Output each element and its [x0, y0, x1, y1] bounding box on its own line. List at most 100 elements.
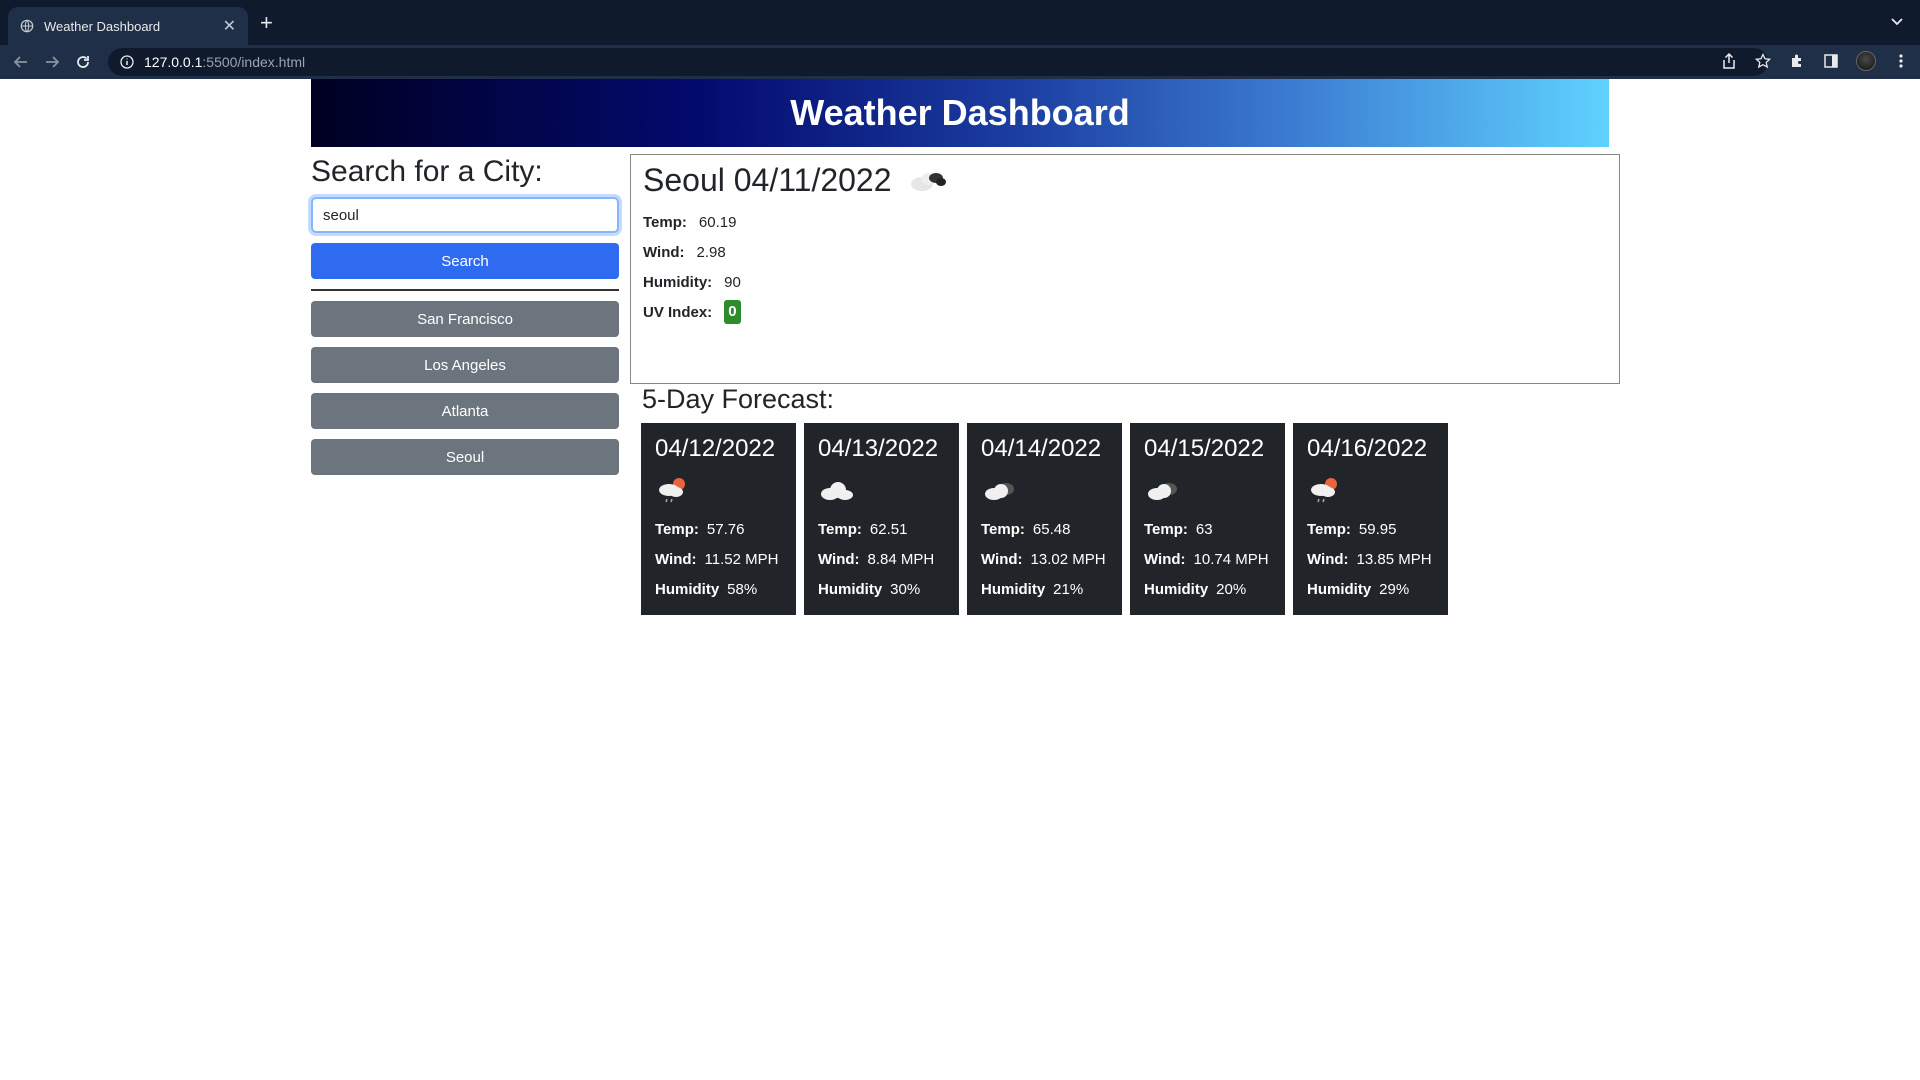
extensions-icon[interactable]: [1788, 52, 1806, 70]
forecast-humidity: Humidity 30%: [818, 575, 945, 605]
temp-value: 57.76: [706, 521, 745, 538]
divider: [311, 289, 619, 291]
forecast-wind: Wind: 13.85 MPH: [1307, 545, 1434, 575]
forecast-humidity: Humidity 58%: [655, 575, 782, 605]
humidity-label: Humidity: [1307, 581, 1372, 598]
humidity-value: 90: [724, 273, 741, 291]
forecast-card: 04/16/2022 Temp: 59.95 Wind: 13.85 MPH Hum…: [1293, 423, 1448, 615]
light-rain-icon: [659, 478, 685, 503]
history-button-san-francisco[interactable]: San Francisco: [311, 301, 619, 337]
bookmark-star-icon[interactable]: [1754, 52, 1772, 70]
forecast-humidity: Humidity 29%: [1307, 575, 1434, 605]
forecast-temp: Temp: 62.51: [818, 515, 945, 545]
temp-label: Temp:: [981, 521, 1025, 538]
temp-value: 59.95: [1358, 521, 1397, 538]
new-tab-button[interactable]: +: [260, 12, 273, 34]
forecast-wind: Wind: 11.52 MPH: [655, 545, 782, 575]
forecast-humidity: Humidity 20%: [1144, 575, 1271, 605]
temp-value: 62.51: [869, 521, 908, 538]
forecast-card: 04/14/2022 Temp: 65.48 Wind: 13.02 MPH Hum…: [967, 423, 1122, 615]
browser-tab[interactable]: Weather Dashboard ✕: [8, 7, 248, 45]
current-wind: Wind: 2.98: [643, 237, 1607, 267]
info-icon[interactable]: [120, 55, 134, 69]
humidity-label: Humidity: [655, 581, 720, 598]
broken-clouds-icon: [985, 483, 1014, 500]
current-humidity: Humidity: 90: [643, 267, 1607, 297]
forecast-date: 04/12/2022: [655, 435, 776, 462]
wind-value: 2.98: [696, 243, 726, 261]
wind-value: 8.84 MPH: [867, 551, 935, 568]
url-path: :5500/index.html: [202, 54, 306, 70]
humidity-label: Humidity: [818, 581, 883, 598]
search-button[interactable]: Search: [311, 243, 619, 279]
temp-label: Temp:: [818, 521, 862, 538]
search-heading: Search for a City:: [311, 155, 543, 188]
current-city-date: Seoul 04/11/2022: [643, 161, 892, 198]
forecast-wind: Wind: 13.02 MPH: [981, 545, 1108, 575]
current-uv-index: UV Index: 0: [643, 297, 1607, 327]
wind-label: Wind:: [1144, 551, 1186, 568]
wind-value: 13.85 MPH: [1356, 551, 1432, 568]
humidity-value: 20%: [1216, 581, 1247, 598]
browser-tab-bar: Weather Dashboard ✕ +: [0, 0, 1920, 45]
forecast-temp: Temp: 63: [1144, 515, 1271, 545]
city-search-input[interactable]: [311, 197, 619, 233]
forecast-temp: Temp: 57.76: [655, 515, 782, 545]
temp-value: 60.19: [698, 213, 737, 231]
uv-index-badge: 0: [724, 300, 741, 324]
forecast-date: 04/15/2022: [1144, 435, 1265, 462]
forecast-humidity: Humidity 21%: [981, 575, 1108, 605]
broken-clouds-icon: [1148, 483, 1177, 500]
current-temp: Temp: 60.19: [643, 207, 1607, 237]
temp-label: Temp:: [655, 521, 699, 538]
more-menu-icon[interactable]: [1892, 52, 1910, 70]
tab-title: Weather Dashboard: [44, 18, 161, 34]
chevron-down-icon[interactable]: [1890, 14, 1904, 28]
wind-label: Wind:: [1307, 551, 1349, 568]
current-weather-panel: Seoul 04/11/2022 Temp: 60.19 Wind: 2.98 Hu…: [630, 154, 1620, 384]
globe-icon: [20, 19, 34, 33]
broken-clouds-icon: [910, 173, 946, 191]
humidity-label: Humidity:: [643, 273, 713, 291]
address-bar[interactable]: 127.0.0.1:5500/index.html: [108, 48, 1768, 76]
forecast-date: 04/13/2022: [818, 435, 939, 462]
reload-icon[interactable]: [73, 52, 93, 72]
forecast-heading: 5-Day Forecast:: [642, 384, 835, 414]
back-icon[interactable]: [11, 52, 31, 72]
wind-label: Wind:: [981, 551, 1023, 568]
forecast-date: 04/14/2022: [981, 435, 1102, 462]
profile-avatar[interactable]: [1856, 51, 1876, 71]
forecast-card: 04/15/2022 Temp: 63 Wind: 10.74 MPH Humidi…: [1130, 423, 1285, 615]
side-panel-icon[interactable]: [1822, 52, 1840, 70]
history-button-los-angeles[interactable]: Los Angeles: [311, 347, 619, 383]
page-header: Weather Dashboard: [311, 79, 1609, 147]
temp-label: Temp:: [643, 213, 687, 231]
wind-value: 11.52 MPH: [704, 551, 779, 568]
close-tab-icon[interactable]: ✕: [223, 16, 236, 36]
wind-label: Wind:: [818, 551, 860, 568]
light-rain-icon: [1311, 478, 1337, 503]
humidity-label: Humidity: [981, 581, 1046, 598]
history-button-seoul[interactable]: Seoul: [311, 439, 619, 475]
share-icon[interactable]: [1720, 52, 1738, 70]
temp-label: Temp:: [1144, 521, 1188, 538]
forecast-temp: Temp: 65.48: [981, 515, 1108, 545]
cloud-icon: [821, 482, 853, 500]
browser-toolbar: 127.0.0.1:5500/index.html: [0, 45, 1920, 79]
humidity-value: 58%: [727, 581, 758, 598]
wind-value: 13.02 MPH: [1030, 551, 1106, 568]
history-button-atlanta[interactable]: Atlanta: [311, 393, 619, 429]
forecast-card: 04/13/2022 Temp: 62.51 Wind: 8.84 MPH Humi…: [804, 423, 959, 615]
search-history: San Francisco Los Angeles Atlanta Seoul: [311, 301, 619, 485]
temp-value: 65.48: [1032, 521, 1071, 538]
url-host: 127.0.0.1: [144, 54, 203, 70]
forecast-temp: Temp: 59.95: [1307, 515, 1434, 545]
forecast-wind: Wind: 8.84 MPH: [818, 545, 945, 575]
current-weather-title: Seoul 04/11/2022: [643, 159, 1607, 201]
temp-label: Temp:: [1307, 521, 1351, 538]
forward-icon[interactable]: [42, 52, 62, 72]
forecast-date: 04/16/2022: [1307, 435, 1428, 462]
wind-label: Wind:: [655, 551, 697, 568]
wind-value: 10.74 MPH: [1193, 551, 1269, 568]
humidity-label: Humidity: [1144, 581, 1209, 598]
